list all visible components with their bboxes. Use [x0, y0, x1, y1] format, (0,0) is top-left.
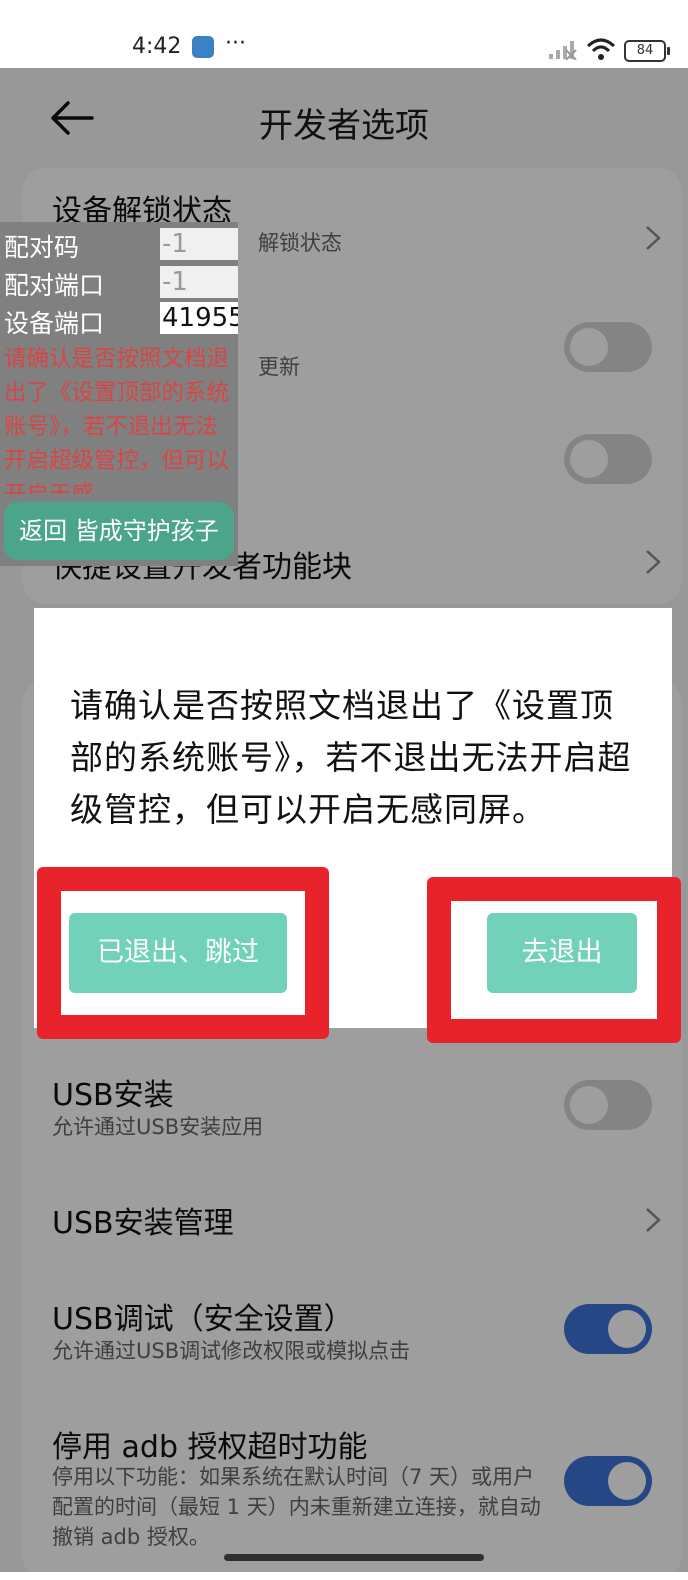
helper-panel: 配对码 -1 配对端口 -1 设备端口 41955 请确认是否按照文档退出了《设… [0, 222, 238, 566]
device-port-label: 设备端口 [4, 309, 105, 338]
pair-port-input[interactable]: -1 [160, 266, 238, 298]
home-indicator[interactable] [224, 1554, 484, 1561]
status-time: 4:42 [132, 34, 182, 59]
more-notifications-icon: ··· [225, 31, 246, 56]
battery-icon: 84 [624, 40, 670, 62]
highlight-frame-exit [427, 877, 681, 1043]
highlight-frame-skip [37, 867, 329, 1039]
helper-back-button[interactable]: 返回 皆成守护孩子 [4, 502, 234, 560]
helper-warning-text: 请确认是否按照文档退出了《设置顶部的系统账号》，若不退出无法开启超级管控，但可以… [4, 346, 230, 494]
pair-code-label: 配对码 [4, 233, 80, 262]
status-bar: 4:42 ··· 84 [0, 0, 688, 68]
wifi-icon [586, 38, 616, 60]
signal-icon [549, 41, 577, 60]
app-notification-icon [192, 36, 214, 58]
pair-port-label: 配对端口 [4, 271, 105, 300]
dialog-message: 请确认是否按照文档退出了《设置顶部的系统账号》，若不退出无法开启超级管控，但可以… [70, 686, 632, 829]
device-port-input[interactable]: 41955 [160, 302, 238, 334]
pair-code-input[interactable]: -1 [160, 228, 238, 260]
